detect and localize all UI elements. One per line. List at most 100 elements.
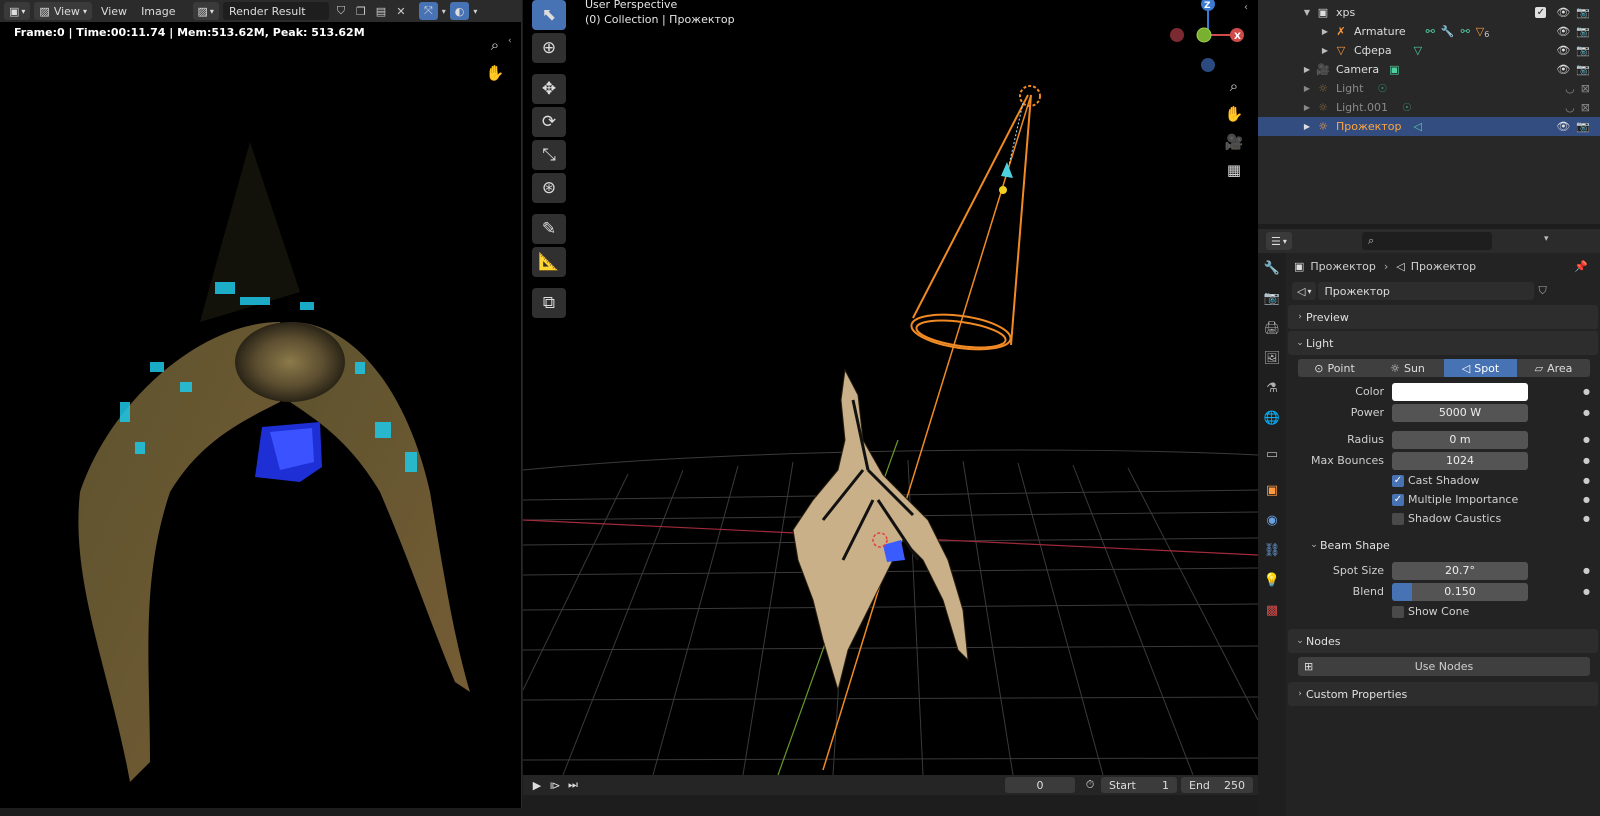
- view-layer-tab-icon[interactable]: 🖼: [1260, 346, 1284, 370]
- light-type-area[interactable]: ▱ Area: [1517, 359, 1590, 377]
- render-tab-icon[interactable]: 📷: [1260, 286, 1284, 310]
- render-camera-icon[interactable]: 📷: [1576, 6, 1590, 19]
- cast-shadow-checkbox[interactable]: ✓: [1392, 474, 1404, 487]
- close-icon[interactable]: ✕: [393, 5, 409, 18]
- eye-hidden-icon[interactable]: ◡: [1565, 82, 1575, 95]
- chevron-down-icon[interactable]: ▾: [1544, 234, 1549, 244]
- scale-tool[interactable]: ⤡: [532, 140, 566, 170]
- datablock-name-field[interactable]: Прожектор: [1318, 282, 1535, 300]
- use-nodes-button[interactable]: ⊞ Use Nodes: [1298, 657, 1590, 676]
- animate-dot-icon[interactable]: ●: [1583, 435, 1590, 444]
- collection-tab-icon[interactable]: ▭: [1260, 442, 1284, 466]
- overlay-toggle[interactable]: ◐: [449, 2, 470, 20]
- multiple-importance-row[interactable]: ✓ Multiple Importance ●: [1288, 490, 1598, 509]
- render-camera-icon[interactable]: 📷: [1576, 120, 1590, 133]
- expand-right-icon[interactable]: ▶: [1318, 46, 1332, 55]
- image-menu[interactable]: Image: [136, 2, 180, 20]
- custom-properties-panel-header[interactable]: › Custom Properties: [1288, 682, 1598, 706]
- image-browse-button[interactable]: ▨ ▾: [192, 2, 219, 20]
- eye-icon[interactable]: 👁: [1556, 44, 1570, 57]
- world-tab-icon[interactable]: 🌐: [1260, 406, 1284, 430]
- editor-type-button[interactable]: ▣ ▾: [4, 2, 31, 20]
- end-frame-field[interactable]: End 250: [1181, 777, 1253, 793]
- render-camera-icon[interactable]: 📷: [1576, 25, 1590, 38]
- physics-tab-icon[interactable]: ◉: [1260, 508, 1284, 532]
- expand-right-icon[interactable]: ▶: [1300, 65, 1314, 74]
- show-cone-row[interactable]: Show Cone: [1288, 602, 1598, 621]
- sidebar-toggle-icon[interactable]: ‹: [508, 36, 512, 46]
- max-bounces-field[interactable]: 1024: [1392, 451, 1528, 470]
- chevron-down-icon[interactable]: ▾: [473, 7, 477, 16]
- dragon-mesh[interactable]: [792, 368, 969, 692]
- open-folder-icon[interactable]: ▤: [373, 5, 389, 18]
- eye-icon[interactable]: 👁: [1556, 25, 1570, 38]
- texture-tab-icon[interactable]: ▩: [1260, 598, 1284, 622]
- spot-size-field[interactable]: 20.7°: [1392, 561, 1528, 580]
- animate-dot-icon[interactable]: ●: [1583, 387, 1590, 396]
- chevron-down-icon[interactable]: ▾: [442, 7, 446, 16]
- play-icon[interactable]: ▶: [529, 779, 545, 792]
- multiple-importance-checkbox[interactable]: ✓: [1392, 493, 1404, 506]
- zoom-icon[interactable]: ⌕: [1222, 74, 1246, 98]
- spot-light-cone[interactable]: [909, 85, 1041, 355]
- duplicate-icon[interactable]: ❐: [353, 5, 369, 18]
- outliner-row-xps[interactable]: ▼ ▣ xps ✓ 👁 📷: [1258, 3, 1600, 22]
- expand-down-icon[interactable]: ▼: [1300, 8, 1314, 17]
- fake-user-shield-icon[interactable]: ⛉: [1538, 284, 1546, 298]
- constraints-tab-icon[interactable]: ⛓: [1260, 538, 1284, 562]
- exclude-checkbox[interactable]: ✓: [1535, 7, 1547, 18]
- jump-keyframe-icon[interactable]: ⧐: [545, 779, 565, 792]
- spot-size-handle[interactable]: [999, 186, 1007, 194]
- outliner-row-sphere[interactable]: ▶ ▽ Сфера ▽ 👁 📷: [1258, 41, 1600, 60]
- rotate-tool[interactable]: ⟳: [532, 107, 566, 137]
- power-field[interactable]: 5000 W: [1392, 403, 1528, 422]
- annotate-tool[interactable]: ✎: [532, 214, 566, 244]
- light-data-tab-icon[interactable]: 💡: [1260, 568, 1284, 592]
- pin-icon[interactable]: 📌: [1574, 260, 1588, 273]
- scene-tab-icon[interactable]: ⚗: [1260, 376, 1284, 400]
- render-disabled-icon[interactable]: ⊠: [1581, 82, 1590, 95]
- view-menu[interactable]: View: [96, 2, 132, 20]
- animate-dot-icon[interactable]: ●: [1583, 566, 1590, 575]
- light-panel-header[interactable]: ⌄ Light: [1288, 331, 1598, 355]
- animate-dot-icon[interactable]: ●: [1583, 495, 1590, 504]
- eye-icon[interactable]: 👁: [1556, 120, 1570, 133]
- animate-dot-icon[interactable]: ●: [1583, 476, 1590, 485]
- pan-hand-icon[interactable]: ✋: [1222, 102, 1246, 126]
- cast-shadow-row[interactable]: ✓ Cast Shadow ●: [1288, 471, 1598, 490]
- shadow-caustics-checkbox[interactable]: [1392, 512, 1404, 525]
- stopwatch-icon[interactable]: ⏱: [1079, 778, 1101, 792]
- datablock-browse-button[interactable]: ◁ ▾: [1292, 282, 1317, 300]
- expand-right-icon[interactable]: ▶: [1318, 27, 1332, 36]
- render-disabled-icon[interactable]: ⊠: [1581, 101, 1590, 114]
- pan-hand-icon[interactable]: ✋: [483, 61, 507, 85]
- editor-type-button[interactable]: ☰ ▾: [1266, 232, 1292, 250]
- properties-search-input[interactable]: ⌕: [1362, 232, 1492, 250]
- ortho-grid-icon[interactable]: ▦: [1222, 158, 1246, 182]
- radius-field[interactable]: 0 m: [1392, 430, 1528, 449]
- 3d-viewport[interactable]: Z X: [523, 0, 1258, 775]
- beam-shape-panel-header[interactable]: ⌄ Beam Shape: [1288, 534, 1598, 556]
- view-mode-dropdown[interactable]: ▨ View ▾: [34, 2, 92, 20]
- eye-icon[interactable]: 👁: [1556, 6, 1570, 19]
- color-swatch[interactable]: [1392, 382, 1528, 401]
- animate-dot-icon[interactable]: ●: [1583, 587, 1590, 596]
- outliner-row-light[interactable]: ▶ ☼ Light ☉ ◡ ⊠: [1258, 79, 1600, 98]
- shadow-caustics-row[interactable]: Shadow Caustics ●: [1288, 509, 1598, 528]
- nodes-panel-header[interactable]: ⌄ Nodes: [1288, 629, 1598, 653]
- jump-end-icon[interactable]: ⏭: [565, 778, 581, 792]
- fake-user-shield-icon[interactable]: ⛉: [333, 4, 349, 18]
- outliner-row-camera[interactable]: ▶ 🎥 Camera ▣ 👁 📷: [1258, 60, 1600, 79]
- eye-icon[interactable]: 👁: [1556, 63, 1570, 76]
- add-cube-tool[interactable]: ⧉: [532, 288, 566, 318]
- blend-slider[interactable]: 0.150: [1392, 582, 1528, 601]
- light-type-sun[interactable]: ☼ Sun: [1371, 359, 1444, 377]
- eye-hidden-icon[interactable]: ◡: [1565, 101, 1575, 114]
- expand-right-icon[interactable]: ▶: [1300, 84, 1314, 93]
- light-type-spot[interactable]: ◁ Spot: [1444, 359, 1517, 377]
- expand-right-icon[interactable]: ▶: [1300, 103, 1314, 112]
- animate-dot-icon[interactable]: ●: [1583, 408, 1590, 417]
- render-camera-icon[interactable]: 📷: [1576, 44, 1590, 57]
- show-cone-checkbox[interactable]: [1392, 605, 1404, 618]
- snapping-toggle[interactable]: ⤧: [418, 2, 438, 20]
